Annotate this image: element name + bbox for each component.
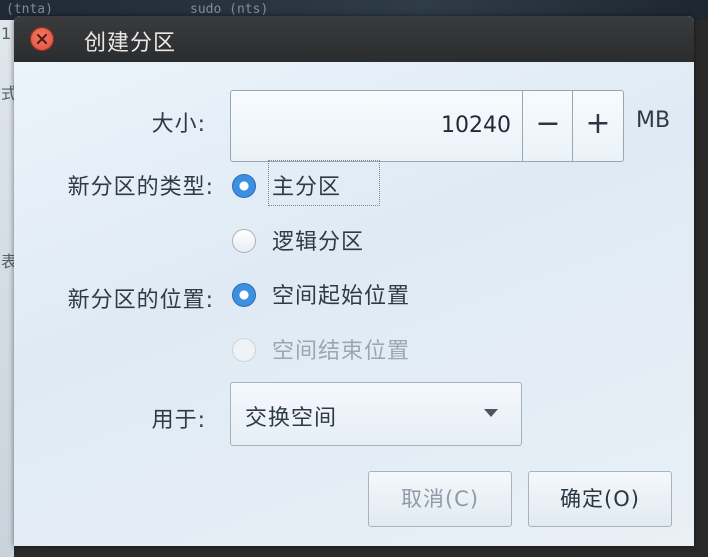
size-label: 大小: xyxy=(151,112,206,137)
dialog-titlebar: 创建分区 xyxy=(14,16,694,62)
increment-button[interactable]: + xyxy=(572,91,623,161)
dropdown-value: 交换空间 xyxy=(245,406,338,431)
ok-button[interactable]: 确定(O) xyxy=(528,471,672,527)
close-icon xyxy=(36,33,48,45)
background-text-right: sudo (nts) xyxy=(190,2,269,17)
radio-label: 空间起始位置 xyxy=(272,284,411,309)
partition-location-label: 新分区的位置: xyxy=(67,288,214,313)
use-for-label: 用于: xyxy=(151,408,206,433)
decrement-button[interactable]: − xyxy=(522,91,573,161)
radio-button-selected[interactable] xyxy=(232,283,256,307)
background-edge-char: 1 xyxy=(1,24,12,43)
size-unit: MB xyxy=(636,108,671,133)
size-spinbox[interactable]: 10240 − + xyxy=(230,90,624,162)
radio-label: 主分区 xyxy=(272,175,342,200)
background-window-edge: 1 式 表 xyxy=(0,20,17,557)
dropdown-arrow-icon xyxy=(484,409,498,417)
close-button[interactable] xyxy=(30,27,54,51)
partition-type-label: 新分区的类型: xyxy=(67,175,214,200)
background-text-left: (tnta) xyxy=(6,2,53,17)
dialog-title: 创建分区 xyxy=(84,31,177,56)
radio-label: 逻辑分区 xyxy=(272,230,365,255)
radio-label: 空间结束位置 xyxy=(272,339,411,364)
create-partition-dialog: 创建分区 大小: 10240 − + MB 新分区的类型: 主分区 逻辑分区 新… xyxy=(14,16,694,546)
size-input[interactable]: 10240 xyxy=(231,113,511,138)
radio-button[interactable] xyxy=(232,229,256,253)
radio-button-selected[interactable] xyxy=(232,174,256,198)
cancel-button[interactable]: 取消(C) xyxy=(368,471,512,527)
filesystem-dropdown[interactable]: 交换空间 xyxy=(230,382,522,446)
radio-button-disabled[interactable] xyxy=(232,338,256,362)
